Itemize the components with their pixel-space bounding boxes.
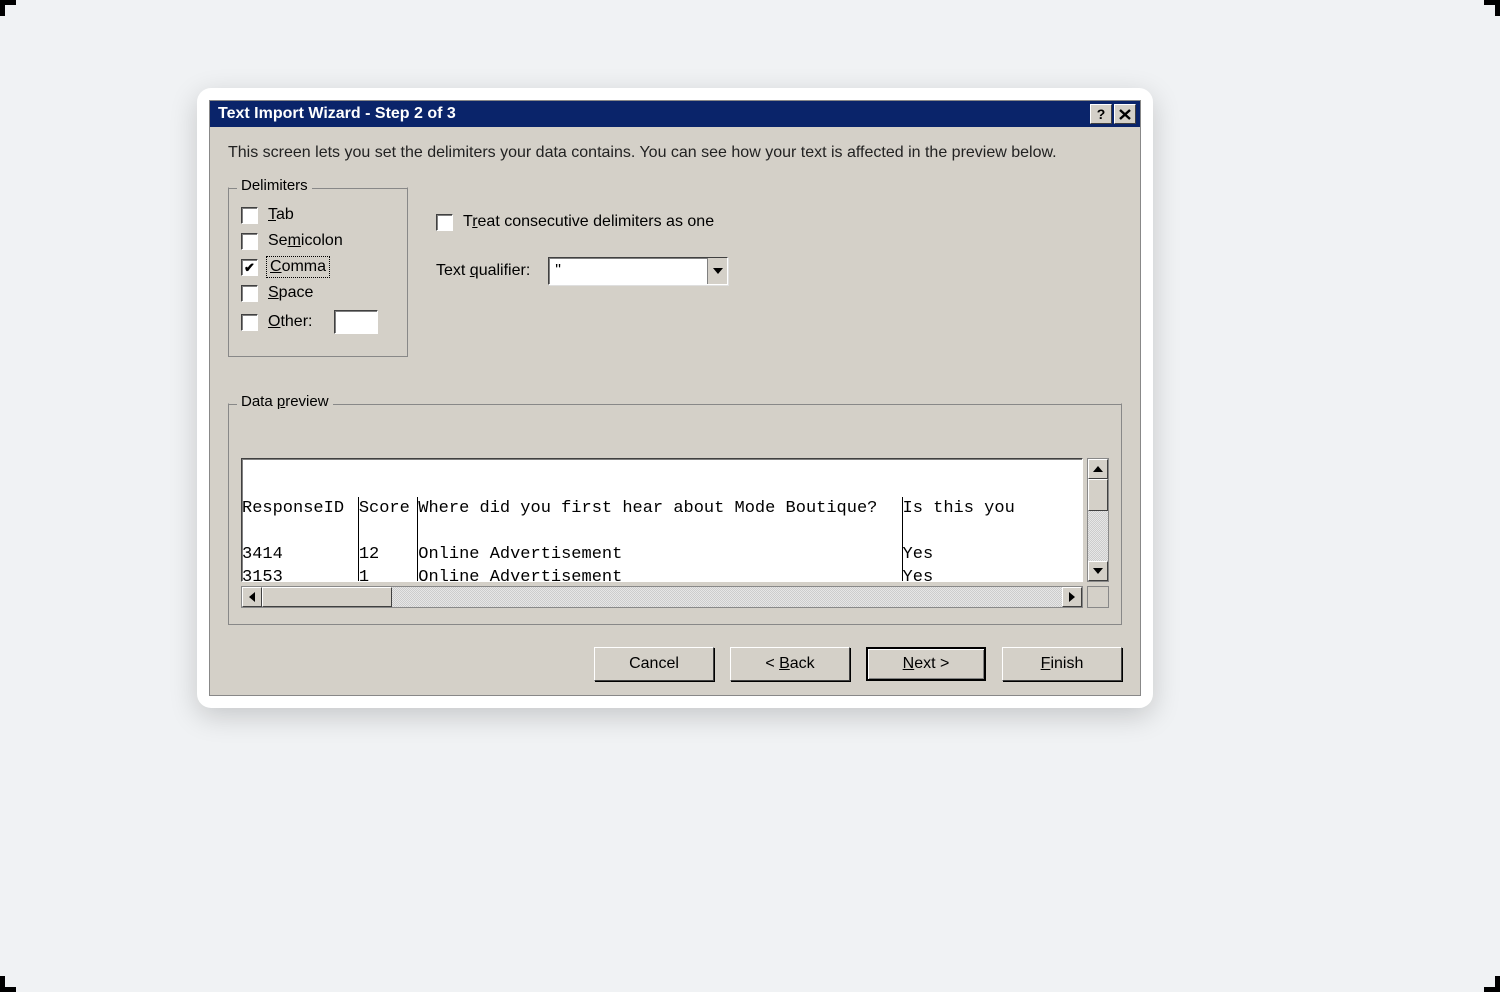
chevron-down-icon xyxy=(713,268,723,274)
column-header: Is this you xyxy=(903,497,1080,520)
vertical-scrollbar[interactable] xyxy=(1087,458,1109,582)
cell: 1 xyxy=(359,566,415,582)
next-button[interactable]: Next > xyxy=(866,647,986,681)
scroll-left-button[interactable] xyxy=(242,587,262,607)
scroll-down-button[interactable] xyxy=(1088,561,1108,581)
other-delimiter-input[interactable] xyxy=(334,310,378,334)
checkbox-semicolon-box[interactable] xyxy=(241,233,258,250)
button-row: Cancel < Back Next > Finish xyxy=(228,647,1122,681)
horizontal-scrollbar[interactable] xyxy=(241,586,1083,608)
vertical-scroll-thumb[interactable] xyxy=(1088,479,1108,511)
checkbox-tab-label: Tab xyxy=(268,206,294,224)
delimiters-group: Delimiters Tab Semicolon Comma xyxy=(228,187,408,357)
checkbox-other[interactable]: Other: xyxy=(241,310,395,334)
text-qualifier-label: Text qualifier: xyxy=(436,262,530,280)
preview-column: Is this youYesYesYes xyxy=(903,497,1082,582)
cell xyxy=(359,520,415,543)
checkbox-space-box[interactable] xyxy=(241,285,258,302)
preview-column: ResponseID341431533148 xyxy=(242,497,359,582)
preview-column: Where did you first hear about Mode Bout… xyxy=(418,497,902,582)
dialog-container: Text Import Wizard - Step 2 of 3 ? This … xyxy=(197,88,1153,708)
horizontal-scroll-thumb[interactable] xyxy=(262,587,392,607)
checkbox-treat-consecutive[interactable]: Treat consecutive delimiters as one xyxy=(436,213,728,231)
cell xyxy=(903,520,1080,543)
cell: 12 xyxy=(359,543,415,566)
text-qualifier-dropdown-button[interactable] xyxy=(707,258,727,284)
close-icon xyxy=(1119,109,1131,120)
next-button-label: Next > xyxy=(903,655,950,673)
horizontal-scroll-track[interactable] xyxy=(262,587,1062,607)
checkbox-other-box[interactable] xyxy=(241,314,258,331)
checkbox-space-label: Space xyxy=(268,284,313,302)
checkbox-space[interactable]: Space xyxy=(241,284,395,302)
finish-button[interactable]: Finish xyxy=(1002,647,1122,681)
checkbox-other-label: Other: xyxy=(268,313,312,331)
checkbox-comma-box[interactable] xyxy=(241,259,258,276)
vertical-scroll-track[interactable] xyxy=(1088,479,1108,561)
scroll-corner xyxy=(1087,586,1109,608)
checkbox-tab-box[interactable] xyxy=(241,207,258,224)
cell: Online Advertisement xyxy=(418,566,899,582)
text-qualifier-combo[interactable]: " xyxy=(548,257,728,285)
checkbox-semicolon-label: Semicolon xyxy=(268,232,343,250)
checkbox-treat-consecutive-box[interactable] xyxy=(436,214,453,231)
cell: Online Advertisement xyxy=(418,543,899,566)
cell: Yes xyxy=(903,543,1080,566)
back-button[interactable]: < Back xyxy=(730,647,850,681)
checkbox-comma-label: Comma xyxy=(268,258,328,276)
close-button[interactable] xyxy=(1114,104,1136,124)
cell: Yes xyxy=(903,566,1080,582)
titlebar: Text Import Wizard - Step 2 of 3 ? xyxy=(210,101,1140,127)
cell: 3414 xyxy=(242,543,356,566)
checkbox-treat-consecutive-label: Treat consecutive delimiters as one xyxy=(463,213,714,231)
scroll-up-button[interactable] xyxy=(1088,459,1108,479)
text-qualifier-value: " xyxy=(549,262,707,280)
scroll-right-button[interactable] xyxy=(1062,587,1082,607)
data-preview-group: Data preview ResponseID341431533148Score… xyxy=(228,403,1122,625)
description-text: This screen lets you set the delimiters … xyxy=(228,141,1122,165)
cell xyxy=(418,520,899,543)
data-preview-legend: Data preview xyxy=(237,393,333,410)
column-header: Score xyxy=(359,497,415,520)
arrow-left-icon xyxy=(249,592,255,602)
arrow-right-icon xyxy=(1069,592,1075,602)
delimiters-legend: Delimiters xyxy=(237,177,312,194)
arrow-down-icon xyxy=(1093,568,1103,574)
cancel-button-label: Cancel xyxy=(629,655,679,673)
preview-column: Score1216 xyxy=(359,497,418,582)
help-button[interactable]: ? xyxy=(1090,104,1112,124)
cancel-button[interactable]: Cancel xyxy=(594,647,714,681)
arrow-up-icon xyxy=(1093,466,1103,472)
window-title: Text Import Wizard - Step 2 of 3 xyxy=(218,105,456,123)
text-import-wizard-dialog: Text Import Wizard - Step 2 of 3 ? This … xyxy=(209,100,1141,696)
column-header: Where did you first hear about Mode Bout… xyxy=(418,497,899,520)
checkbox-comma[interactable]: Comma xyxy=(241,258,395,276)
finish-button-label: Finish xyxy=(1041,655,1084,673)
cell xyxy=(242,520,356,543)
cell: 3153 xyxy=(242,566,356,582)
back-button-label: < Back xyxy=(765,655,814,673)
checkbox-semicolon[interactable]: Semicolon xyxy=(241,232,395,250)
checkbox-tab[interactable]: Tab xyxy=(241,206,395,224)
data-preview-table: ResponseID341431533148Score1216Where did… xyxy=(241,458,1083,582)
column-header: ResponseID xyxy=(242,497,356,520)
